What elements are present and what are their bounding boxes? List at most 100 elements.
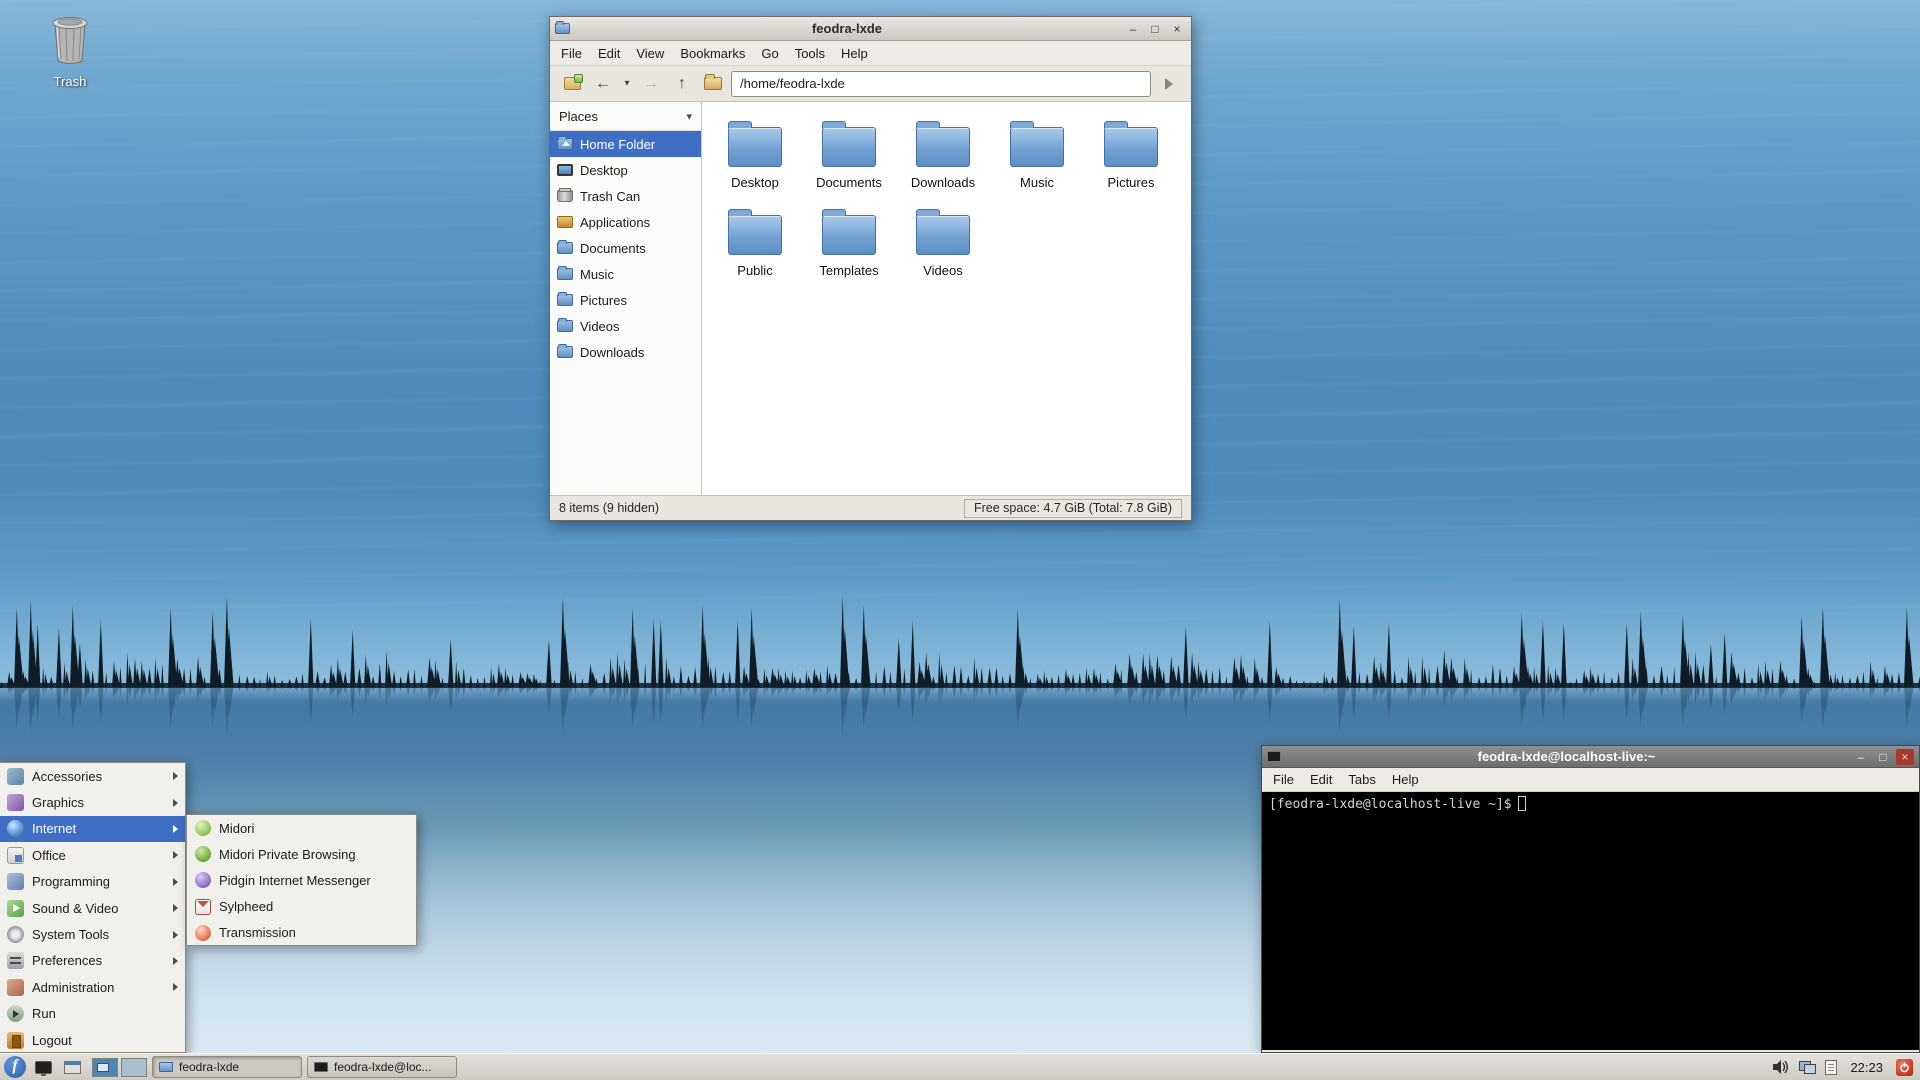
folder-label: Pictures: [1107, 175, 1155, 190]
history-dropdown[interactable]: ▾: [621, 71, 633, 97]
start-menu-button[interactable]: f: [4, 1056, 26, 1078]
terminal-icon: [314, 1062, 328, 1072]
new-tab-button[interactable]: [559, 71, 585, 97]
sidebar-item-applications[interactable]: Applications: [550, 209, 701, 235]
menu-item-logout[interactable]: Logout: [0, 1027, 185, 1053]
maximize-button[interactable]: □: [1146, 21, 1164, 37]
path-input[interactable]: [731, 70, 1151, 97]
menu-help[interactable]: Help: [833, 43, 876, 64]
menu-item-programming[interactable]: Programming: [0, 869, 185, 895]
desktop-pager: [92, 1057, 147, 1077]
menu-go[interactable]: Go: [753, 43, 786, 64]
terminal-titlebar[interactable]: feodra-lxde@localhost-live:~ – □ ×: [1262, 746, 1919, 768]
submenu-arrow-icon: [173, 798, 178, 807]
submenu-arrow-icon: [173, 956, 178, 965]
sidebar-item-documents[interactable]: Documents: [550, 235, 701, 261]
task-button-label: feodra-lxde: [179, 1060, 240, 1074]
sidebar-item-home-folder[interactable]: Home Folder: [550, 131, 701, 157]
folder-item-pictures[interactable]: Pictures: [1084, 116, 1178, 204]
menu-item-label: Graphics: [32, 795, 85, 811]
terminal-launcher[interactable]: [31, 1056, 55, 1078]
menu-view[interactable]: View: [628, 43, 672, 64]
menu-item-run[interactable]: Run: [0, 1001, 185, 1027]
submenu-arrow-icon: [173, 930, 178, 939]
home-folder-icon: [704, 74, 722, 90]
menu-edit[interactable]: Edit: [1302, 769, 1340, 790]
folder-label: Videos: [923, 263, 963, 278]
submenu-item-pidgin[interactable]: Pidgin Internet Messenger: [187, 867, 416, 893]
minimize-button[interactable]: –: [1852, 749, 1870, 765]
places-selector[interactable]: Places ▾: [550, 102, 701, 131]
back-button[interactable]: ←: [590, 71, 616, 97]
file-manager-titlebar[interactable]: feodra-lxde – □ ×: [550, 17, 1191, 41]
menu-file[interactable]: File: [1265, 769, 1302, 790]
folder-item-music[interactable]: Music: [990, 116, 1084, 204]
menu-item-graphics[interactable]: Graphics: [0, 789, 185, 815]
folder-item-public[interactable]: Public: [708, 204, 802, 292]
menu-tabs[interactable]: Tabs: [1340, 769, 1383, 790]
submenu-item-midori-private[interactable]: Midori Private Browsing: [187, 841, 416, 867]
close-button[interactable]: ×: [1168, 21, 1186, 37]
folder-item-documents[interactable]: Documents: [802, 116, 896, 204]
volume-icon[interactable]: [1771, 1059, 1790, 1075]
sidebar-item-videos[interactable]: Videos: [550, 313, 701, 339]
folder-label: Templates: [819, 263, 879, 278]
maximize-button[interactable]: □: [1874, 749, 1892, 765]
submenu-arrow-icon: [173, 851, 178, 860]
new-tab-icon: [563, 74, 583, 90]
file-manager-launcher[interactable]: [60, 1056, 84, 1078]
menu-item-internet[interactable]: Internet: [0, 815, 185, 843]
sidebar-item-trash-can[interactable]: Trash Can: [550, 183, 701, 209]
terminal-icon: [1267, 751, 1281, 762]
terminal-window: feodra-lxde@localhost-live:~ – □ × File …: [1261, 745, 1920, 1053]
menu-edit[interactable]: Edit: [590, 43, 628, 64]
jump-to-location-button[interactable]: [1156, 71, 1182, 97]
close-button[interactable]: ×: [1896, 748, 1914, 765]
submenu-item-midori[interactable]: Midori: [187, 815, 416, 841]
sidebar-item-downloads[interactable]: Downloads: [550, 339, 701, 365]
menu-item-system-tools[interactable]: System Tools: [0, 921, 185, 947]
chevron-down-icon: ▾: [686, 110, 692, 123]
accessories-icon: [7, 767, 24, 785]
terminal-content[interactable]: [feodra-lxde@localhost-live ~]$: [1262, 792, 1919, 1050]
menu-item-preferences[interactable]: Preferences: [0, 948, 185, 974]
up-button[interactable]: ↑: [669, 71, 695, 97]
sidebar-item-desktop[interactable]: Desktop: [550, 157, 701, 183]
menu-tools[interactable]: Tools: [787, 43, 833, 64]
system-tray: 22:23: [1771, 1058, 1916, 1076]
folder-icon: [557, 292, 573, 306]
midori-private-icon: [195, 846, 211, 863]
menu-item-accessories[interactable]: Accessories: [0, 763, 185, 789]
task-button-terminal[interactable]: feodra-lxde@loc...: [307, 1056, 457, 1078]
pager-desktop-1[interactable]: [92, 1057, 118, 1077]
minimize-button[interactable]: –: [1124, 21, 1142, 37]
shutdown-button[interactable]: [1896, 1058, 1913, 1076]
free-space-indicator: Free space: 4.7 GiB (Total: 7.8 GiB): [964, 498, 1182, 518]
menu-bookmarks[interactable]: Bookmarks: [672, 43, 753, 64]
places-label: Places: [559, 108, 599, 124]
menu-item-office[interactable]: Office: [0, 842, 185, 868]
submenu-item-transmission[interactable]: Transmission: [187, 920, 416, 946]
forward-button[interactable]: →: [638, 71, 664, 97]
menu-item-sound-video[interactable]: Sound & Video: [0, 895, 185, 921]
menu-help[interactable]: Help: [1384, 769, 1427, 790]
submenu-item-sylpheed[interactable]: Sylpheed: [187, 894, 416, 920]
sidebar-item-pictures[interactable]: Pictures: [550, 287, 701, 313]
clipboard-icon[interactable]: [1825, 1059, 1838, 1075]
folder-item-downloads[interactable]: Downloads: [896, 116, 990, 204]
folder-icon: [557, 318, 573, 332]
folder-item-templates[interactable]: Templates: [802, 204, 896, 292]
network-icon[interactable]: [1799, 1060, 1817, 1074]
folder-icon: [822, 121, 876, 167]
menu-item-administration[interactable]: Administration: [0, 974, 185, 1000]
menu-file[interactable]: File: [553, 43, 590, 64]
sidebar-item-music[interactable]: Music: [550, 261, 701, 287]
menu-item-label: Run: [32, 1006, 56, 1022]
folder-item-desktop[interactable]: Desktop: [708, 116, 802, 204]
desktop-trash-icon[interactable]: Trash: [28, 14, 112, 89]
pager-desktop-2[interactable]: [121, 1057, 147, 1077]
folder-item-videos[interactable]: Videos: [896, 204, 990, 292]
clock[interactable]: 22:23: [1850, 1060, 1883, 1075]
home-button[interactable]: [700, 71, 726, 97]
task-button-file-manager[interactable]: feodra-lxde: [152, 1056, 302, 1078]
